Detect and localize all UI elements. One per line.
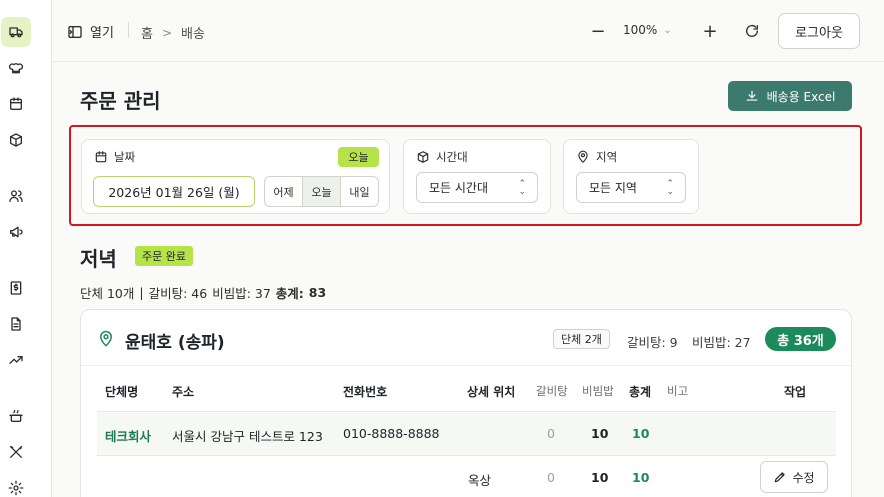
zoom-select[interactable]: 100% ⌄	[623, 23, 672, 37]
time-label-text: 시간대	[436, 150, 468, 164]
document-icon[interactable]	[1, 309, 31, 339]
zoom-out-button[interactable]: −	[586, 19, 610, 43]
map-pin-icon	[97, 330, 115, 348]
breadcrumb-home[interactable]: 홈	[141, 23, 153, 42]
chevron-right-icon: >	[161, 25, 173, 40]
region-filter-label: 지역	[576, 149, 617, 165]
date-filter-card: 날짜 오늘 2026년 01월 26일 (월) 어제 오늘 내일	[81, 139, 390, 214]
trending-up-icon[interactable]	[1, 345, 31, 375]
summary-total-value: 83	[308, 285, 327, 300]
section-summary: 단체 10개 | 갈비탕: 46 비빔밥: 37 총계: 83	[80, 283, 326, 302]
chevron-down-icon: ⌄	[663, 24, 672, 36]
time-select[interactable]: 모든 시간대 ⌃ ⌄	[416, 172, 538, 203]
refresh-icon[interactable]	[741, 20, 763, 42]
group-bibim: 비빔밥: 27	[692, 335, 751, 350]
excel-download-button[interactable]: 배송용 Excel	[728, 81, 852, 111]
summary-bibim: 비빔밥: 37	[212, 286, 271, 301]
package-icon[interactable]	[1, 125, 31, 155]
pencil-icon	[773, 470, 787, 484]
zoom-in-button[interactable]: +	[698, 19, 722, 43]
date-label-text: 날짜	[114, 150, 136, 164]
time-filter-card: 시간대 모든 시간대 ⌃ ⌄	[403, 139, 551, 214]
row-galbi: 0	[547, 426, 555, 441]
col-header-total: 총계	[629, 385, 652, 399]
logout-button[interactable]: 로그아웃	[778, 13, 860, 49]
row-phone: 010-8888-8888	[343, 426, 440, 441]
row-galbi: 0	[547, 470, 555, 485]
summary-total-label: 총계:	[275, 286, 304, 301]
summary-separator: |	[139, 285, 144, 300]
row-total: 10	[632, 470, 650, 485]
region-label-text: 지역	[596, 150, 618, 164]
divider	[128, 22, 129, 38]
sidebar-toggle-button[interactable]: 열기	[67, 22, 114, 41]
summary-galbi: 갈비탕: 46	[148, 286, 208, 301]
megaphone-icon[interactable]	[1, 217, 31, 247]
breadcrumb: 홈 > 배송	[141, 23, 205, 43]
users-icon[interactable]	[1, 181, 31, 211]
group-header: 윤태호 (송파) 단체 2개 갈비탕: 9 비빔밥: 27 총 36개	[81, 310, 851, 366]
truck-icon[interactable]	[1, 17, 31, 47]
status-badge: 주문 완료	[135, 246, 193, 266]
summary-groups: 단체 10개	[80, 286, 135, 301]
row-total: 10	[632, 426, 650, 441]
today-button[interactable]: 오늘	[303, 177, 341, 206]
chevron-up-down-icon: ⌃ ⌄	[666, 178, 674, 197]
col-header-bibim: 비빔밥	[582, 384, 614, 398]
row-divider	[97, 455, 836, 456]
date-filter-label: 날짜	[94, 149, 135, 165]
group-galbi: 갈비탕: 9	[627, 335, 678, 350]
time-filter-label: 시간대	[416, 149, 468, 165]
edit-button[interactable]: 수정	[760, 461, 828, 493]
open-label: 열기	[90, 26, 114, 41]
gear-icon[interactable]	[1, 473, 31, 497]
row-bibim: 10	[591, 470, 609, 485]
group-name: 윤태호 (송파)	[125, 333, 225, 353]
row-address: 서울시 강남구 테스트로 123	[172, 429, 323, 444]
group-total-badge: 총 36개	[765, 327, 836, 351]
row-divider	[97, 411, 836, 412]
row-bibim: 10	[591, 426, 609, 441]
group-card: 윤태호 (송파) 단체 2개 갈비탕: 9 비빔밥: 27 총 36개 단체명 …	[80, 309, 852, 497]
section-title: 저녁	[80, 247, 117, 271]
row-name-link[interactable]: 테크회사	[105, 426, 151, 445]
time-select-value: 모든 시간대	[429, 181, 489, 195]
main-content: 열기 홈 > 배송 − 100% ⌄ + 로그아웃 주문 관리 배송용 Exce…	[53, 0, 884, 497]
tomorrow-button[interactable]: 내일	[341, 177, 378, 206]
group-units-badge: 단체 2개	[553, 329, 610, 349]
pot-icon[interactable]	[1, 401, 31, 431]
col-header-name: 단체명	[105, 385, 139, 399]
top-bar: 열기 홈 > 배송 − 100% ⌄ + 로그아웃	[53, 0, 884, 62]
col-header-phone: 전화번호	[343, 385, 388, 399]
zoom-value: 100%	[623, 23, 658, 37]
box-icon	[416, 150, 430, 164]
col-header-action: 작업	[784, 385, 807, 399]
row-location: 옥상	[468, 473, 492, 488]
quick-date-selector: 어제 오늘 내일	[264, 176, 379, 207]
chevron-up-down-icon: ⌃ ⌄	[518, 178, 526, 197]
region-select[interactable]: 모든 지역 ⌃ ⌄	[576, 172, 686, 203]
calendar-icon[interactable]	[1, 89, 31, 119]
map-pin-icon	[576, 150, 590, 164]
panel-icon	[67, 24, 83, 40]
sidebar	[0, 0, 52, 497]
col-header-location: 상세 위치	[467, 385, 516, 399]
date-input[interactable]: 2026년 01월 26일 (월)	[93, 176, 255, 207]
col-header-note: 비고	[667, 384, 689, 398]
calendar-icon	[94, 150, 108, 164]
today-badge: 오늘	[338, 147, 379, 167]
download-icon	[745, 89, 759, 103]
dollar-receipt-icon[interactable]	[1, 273, 31, 303]
excel-button-label: 배송용 Excel	[766, 89, 836, 104]
region-select-value: 모든 지역	[589, 181, 637, 195]
page-title: 주문 관리	[80, 89, 161, 113]
chef-hat-icon[interactable]	[1, 53, 31, 83]
yesterday-button[interactable]: 어제	[265, 177, 303, 206]
col-header-address: 주소	[172, 385, 195, 399]
breadcrumb-current: 배송	[181, 27, 205, 42]
col-header-galbi: 갈비탕	[536, 384, 568, 398]
region-filter-card: 지역 모든 지역 ⌃ ⌄	[563, 139, 699, 214]
edit-button-label: 수정	[792, 470, 815, 485]
tools-icon[interactable]	[1, 437, 31, 467]
